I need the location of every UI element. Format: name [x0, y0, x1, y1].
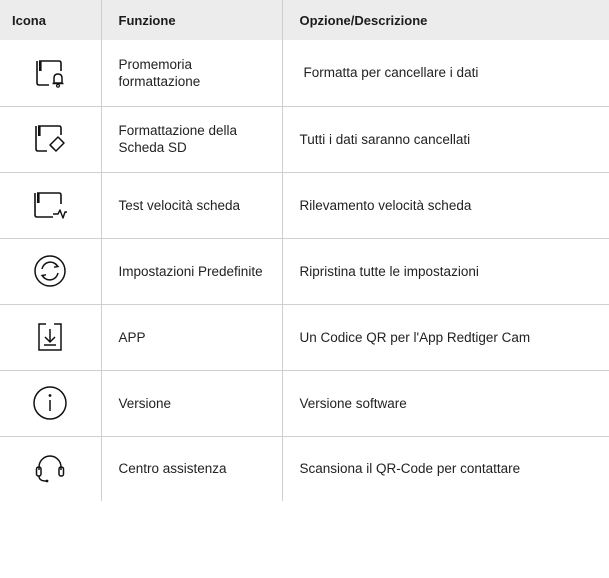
info-circle-icon [0, 369, 102, 436]
table-row: Test velocità scheda Rilevamento velocit… [0, 171, 609, 238]
function-label: Impostazioni Predefinite [101, 237, 283, 304]
header-option: Opzione/Descrizione [282, 0, 609, 40]
description-label: Rilevamento velocità scheda [282, 171, 609, 238]
sd-card-pulse-icon [0, 171, 102, 238]
function-label: Centro assistenza [101, 435, 283, 501]
settings-table: Icona Funzione Opzione/Descrizione Prome… [0, 0, 609, 501]
description-label: Tutti i dati saranno cancellati [282, 105, 609, 172]
table-row: Promemoria formattazione Formatta per ca… [0, 40, 609, 106]
table-row: Centro assistenza Scansiona il QR-Code p… [0, 435, 609, 501]
sd-card-bell-icon [0, 40, 102, 106]
description-label: Formatta per cancellare i dati [303, 65, 479, 81]
table-header-row: Icona Funzione Opzione/Descrizione [0, 0, 609, 40]
header-icon: Icona [0, 0, 102, 40]
table-row: APP Un Codice QR per l'App Redtiger Cam [0, 303, 609, 370]
function-label: Formattazione della Scheda SD [101, 105, 283, 172]
function-label: Versione [101, 369, 283, 436]
function-label: Promemoria formattazione [101, 40, 283, 106]
description-label: Un Codice QR per l'App Redtiger Cam [282, 303, 609, 370]
sd-card-eraser-icon [0, 105, 102, 172]
header-function: Funzione [101, 0, 283, 40]
description-label: Scansiona il QR-Code per contattare [282, 435, 609, 501]
table-row: Formattazione della Scheda SD Tutti i da… [0, 105, 609, 172]
reset-arrows-icon [0, 237, 102, 304]
description-label: Ripristina tutte le impostazioni [282, 237, 609, 304]
headset-icon [0, 435, 102, 501]
download-box-icon [0, 303, 102, 370]
table-row: Impostazioni Predefinite Ripristina tutt… [0, 237, 609, 304]
function-label: Test velocità scheda [101, 171, 283, 238]
function-label: APP [101, 303, 283, 370]
table-row: Versione Versione software [0, 369, 609, 436]
description-label: Versione software [282, 369, 609, 436]
